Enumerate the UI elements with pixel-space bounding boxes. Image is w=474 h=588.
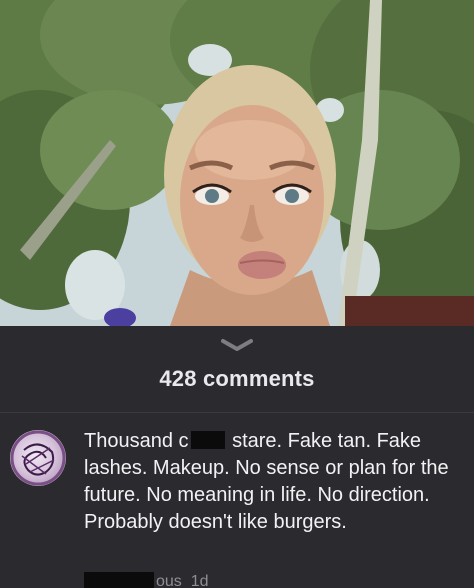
author-redaction: [84, 572, 154, 588]
avatar-drawing: [10, 430, 66, 486]
divider: [0, 412, 474, 413]
person: [164, 65, 336, 326]
comments-panel: 428 comments Thousand c stare. Fake tan.…: [0, 326, 474, 588]
avatar[interactable]: [10, 430, 66, 486]
comment-age: 1d: [190, 573, 209, 588]
redaction-bar: [190, 431, 225, 449]
comment-meta: ous 1d: [84, 572, 208, 588]
comments-count[interactable]: 428 comments: [0, 366, 474, 392]
roof-edge: [345, 296, 474, 326]
photo-illustration: [0, 0, 474, 326]
chevron-down-icon[interactable]: [219, 336, 255, 354]
post-photo[interactable]: [0, 0, 474, 326]
comment-author[interactable]: ous: [156, 573, 182, 588]
comment-text-start: Thousand c: [84, 430, 189, 452]
screen: 428 comments Thousand c stare. Fake tan.…: [0, 0, 474, 588]
comment-body: Thousand c stare. Fake tan. Fake lashes.…: [84, 428, 464, 536]
